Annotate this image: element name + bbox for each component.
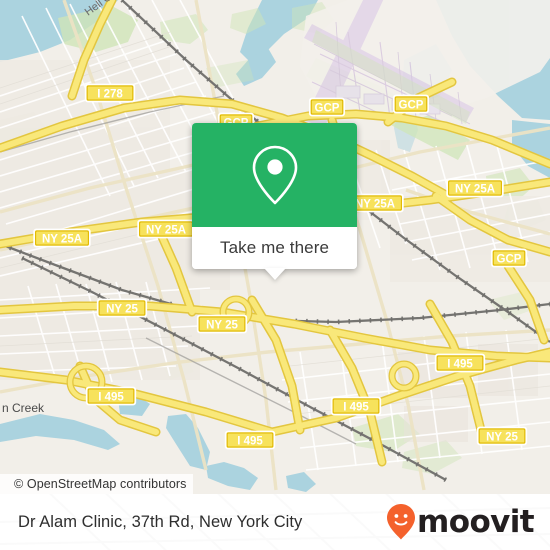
road-shield-label: NY 25 — [106, 303, 138, 315]
road-shield: GCP — [308, 97, 346, 117]
road-shield: NY 25 — [196, 314, 248, 334]
road-shield: NY 25A — [137, 219, 195, 239]
road-shield-label: I 495 — [343, 401, 369, 413]
map-pin-icon — [252, 145, 297, 205]
road-shield-label: GCP — [399, 99, 424, 111]
page-title: Dr Alam Clinic, 37th Rd, New York City — [18, 512, 303, 531]
road-shield-label: GCP — [315, 102, 340, 114]
road-shield: I 278 — [84, 83, 136, 103]
road-shield: NY 25 — [476, 426, 528, 446]
popup-tail-icon — [263, 268, 286, 280]
road-shield-label: NY 25 — [206, 319, 238, 331]
road-shield-label: NY 25A — [146, 224, 186, 236]
road-shield-label: I 495 — [237, 435, 263, 447]
road-shield-label: I 278 — [97, 88, 123, 100]
road-shield-label: NY 25A — [355, 198, 395, 210]
moovit-wordmark: moovit — [417, 503, 535, 540]
road-shield: I 495 — [224, 430, 276, 450]
osm-attribution[interactable]: © OpenStreetMap contributors — [0, 474, 193, 494]
road-shield: I 495 — [85, 386, 137, 406]
road-shield-label: NY 25A — [455, 183, 495, 195]
take-me-there-label: Take me there — [219, 238, 330, 257]
moovit-logo[interactable]: moovit — [386, 503, 535, 541]
road-shield: GCP — [490, 248, 528, 268]
map-page: Hell G n Creek I 278GCPGCPGCPNY 25ANY 25… — [0, 0, 550, 550]
moovit-smiley-pin-icon — [387, 504, 416, 540]
footer-bar: Dr Alam Clinic, 37th Rd, New York City m… — [0, 494, 550, 550]
road-shield-label: NY 25 — [486, 431, 518, 443]
place-label: n Creek — [2, 401, 45, 415]
road-shield: NY 25 — [96, 298, 148, 318]
road-shield: NY 25A — [33, 228, 91, 248]
road-shield: I 495 — [434, 353, 486, 373]
location-popup-card[interactable]: Take me there — [192, 123, 357, 280]
road-shield: I 495 — [330, 396, 382, 416]
road-shield: NY 25A — [446, 178, 504, 198]
road-shield: GCP — [392, 94, 430, 114]
road-shield-label: NY 25A — [42, 233, 82, 245]
popup-pin-area — [192, 123, 357, 227]
popup-action-area[interactable]: Take me there — [192, 227, 357, 280]
road-shield-label: GCP — [497, 253, 522, 265]
road-shield-label: I 495 — [447, 358, 473, 370]
road-shield-label: I 495 — [98, 391, 124, 403]
